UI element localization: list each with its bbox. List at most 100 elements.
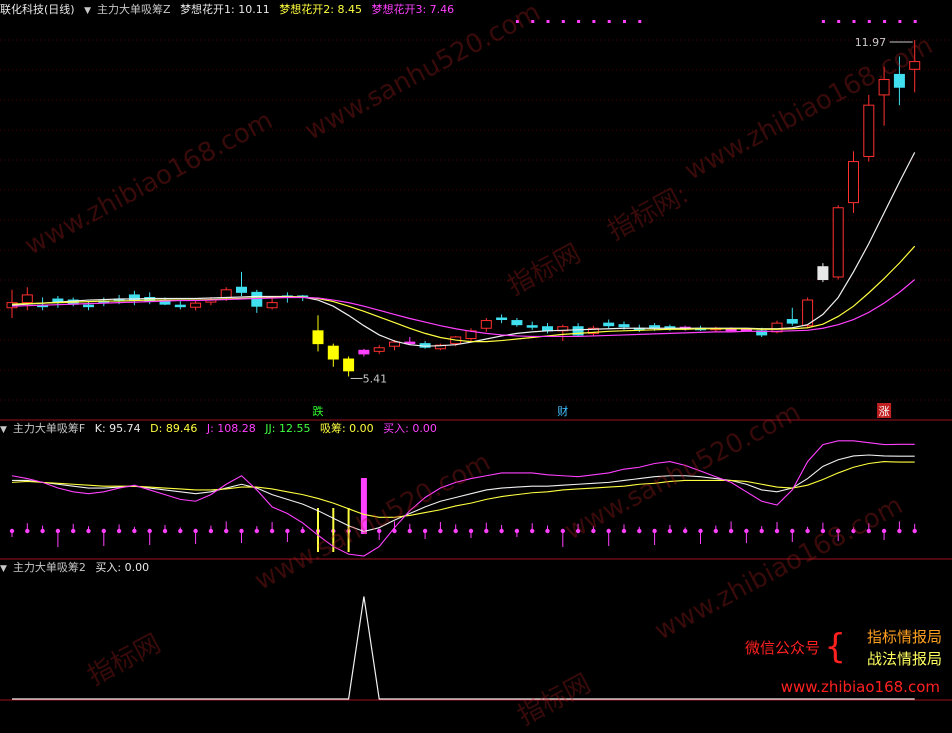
- k-label: K: 95.74: [94, 422, 141, 435]
- candle-body: [312, 330, 324, 345]
- stem-dot: [805, 528, 810, 534]
- stem-dot: [560, 528, 565, 534]
- buy-bar: [360, 478, 367, 534]
- stem-dot: [193, 528, 198, 534]
- collapse-triangle-icon[interactable]: ▼: [0, 425, 7, 435]
- buy-label: 买入: 0.00: [383, 422, 437, 435]
- top-dot: [592, 20, 596, 23]
- candle-body: [480, 320, 492, 329]
- stem-dot: [25, 528, 30, 534]
- kdj-pane-title: ▼ 主力大单吸筹F K: 95.74 D: 89.46 J: 108.28 JJ:…: [0, 421, 443, 437]
- stem-dot: [759, 528, 764, 534]
- candle-body: [603, 322, 615, 327]
- stem-dot: [499, 528, 504, 534]
- candle-body: [373, 347, 385, 352]
- stem-dot: [208, 528, 214, 534]
- stem-dot: [790, 528, 795, 534]
- stem-dot: [55, 528, 61, 534]
- jj-label: JJ: 12.55: [265, 422, 311, 435]
- promo-url: www.zhibiao168.com: [780, 678, 940, 696]
- stem-dot: [530, 528, 535, 534]
- candle-body: [251, 291, 263, 307]
- promo-line2: 战法情报局: [866, 650, 942, 668]
- top-dot: [577, 20, 581, 23]
- stem-dot: [897, 528, 902, 534]
- candle-body: [878, 79, 890, 96]
- stem-dot: [162, 528, 168, 534]
- ma-line-1: [11, 152, 916, 347]
- buy-pane-title: ▼ 主力大单吸筹2 买入: 0.00: [0, 560, 155, 576]
- top-dot: [623, 20, 626, 23]
- stem-dot: [667, 528, 673, 534]
- stem-dot: [866, 528, 871, 534]
- stem-dot: [713, 528, 718, 534]
- stem-dot: [606, 528, 611, 534]
- stem-dot: [836, 528, 841, 534]
- signal-marker: 财: [557, 404, 568, 418]
- stem-dot: [881, 528, 887, 534]
- promo-wechat: 微信公众号: [744, 639, 820, 657]
- kdj-line-J: [11, 440, 915, 557]
- stem-dot: [851, 528, 856, 534]
- stem-dot: [453, 528, 458, 534]
- stem-dot: [468, 528, 474, 534]
- candle-body: [327, 345, 339, 360]
- line3-label: 梦想花开3: 7.46: [371, 3, 455, 16]
- stem-dot: [484, 528, 489, 534]
- candle-body: [893, 73, 905, 88]
- buy2-label: 买入: 0.00: [95, 561, 150, 574]
- stem-dot: [9, 528, 15, 534]
- brace-icon: {: [824, 627, 846, 667]
- top-dot: [898, 20, 902, 23]
- stem-dot: [300, 528, 305, 534]
- stem-dot: [422, 528, 428, 534]
- line2-label: 梦想花开2: 8.45: [279, 3, 362, 16]
- collapse-triangle-icon[interactable]: ▼: [84, 6, 91, 16]
- stem-dot: [744, 528, 749, 534]
- buy-indicator-name: 主力大单吸筹2: [12, 561, 86, 574]
- stem-dot: [269, 528, 275, 534]
- stem-dot: [575, 528, 581, 534]
- stem-dot: [71, 528, 76, 534]
- collapse-triangle-icon[interactable]: ▼: [0, 564, 7, 574]
- candle-body: [83, 304, 94, 308]
- candle-body: [771, 322, 783, 333]
- promo-block: 微信公众号 { 指标情报局 战法情报局: [745, 626, 942, 670]
- stem-dot: [147, 528, 152, 534]
- top-dot: [607, 20, 611, 23]
- candle-body: [496, 317, 508, 320]
- top-dot: [821, 20, 825, 23]
- stem-dot: [652, 528, 657, 534]
- stem-dot: [239, 528, 244, 534]
- candle-body: [389, 341, 400, 347]
- stock-chart[interactable]: 11.97 5.41 跌 财 涨: [0, 0, 952, 704]
- top-dot: [561, 20, 565, 23]
- stem-dot: [224, 528, 229, 534]
- candle-body: [190, 302, 202, 308]
- kdj-line-K: [12, 454, 915, 533]
- stem-dot: [101, 528, 107, 534]
- stem-dot: [912, 528, 917, 534]
- candle-body: [511, 320, 523, 326]
- top-dot: [837, 20, 841, 23]
- candle-body: [817, 266, 829, 281]
- stem-dot: [698, 528, 703, 534]
- signal-marker: 跌: [313, 404, 324, 418]
- top-dot: [531, 20, 535, 23]
- candle-body: [343, 358, 355, 372]
- stem-dot: [40, 528, 45, 534]
- candle-body: [909, 61, 921, 70]
- stem-dot: [545, 528, 550, 534]
- stem-dot: [407, 528, 412, 534]
- stem-dot: [591, 528, 596, 534]
- stem-dot: [774, 528, 780, 534]
- candle-body: [358, 349, 370, 355]
- stem-dot: [377, 528, 382, 534]
- candle-body: [21, 294, 33, 304]
- candle-body: [863, 104, 875, 157]
- stem-dot: [438, 528, 443, 534]
- candle-body: [848, 161, 859, 204]
- signal-marker: 涨: [879, 405, 890, 418]
- candle-body: [740, 328, 752, 332]
- top-dot: [883, 20, 887, 23]
